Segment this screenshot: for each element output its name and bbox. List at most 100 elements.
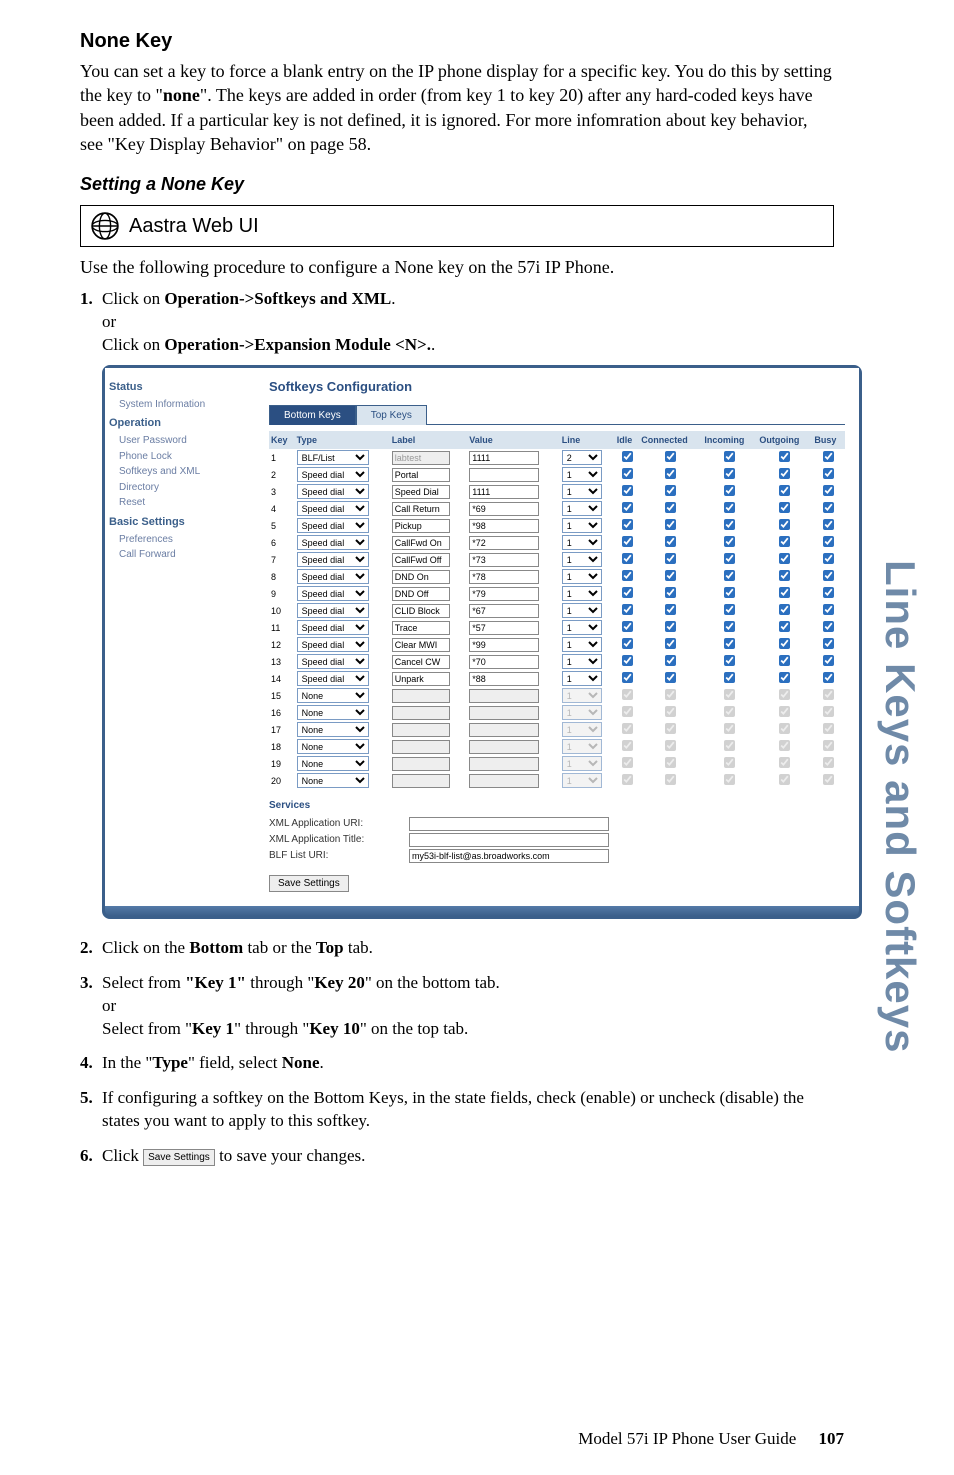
outgoing-checkbox[interactable] <box>779 468 790 479</box>
incoming-checkbox[interactable] <box>724 570 735 581</box>
incoming-checkbox[interactable] <box>724 485 735 496</box>
line-select[interactable]: 1 <box>562 654 602 669</box>
idle-checkbox[interactable] <box>622 468 633 479</box>
type-select[interactable]: Speed dial <box>297 569 369 584</box>
connected-checkbox[interactable] <box>665 502 676 513</box>
incoming-checkbox[interactable] <box>724 553 735 564</box>
value-input[interactable] <box>469 570 539 584</box>
value-input[interactable] <box>469 536 539 550</box>
label-input[interactable] <box>392 485 450 499</box>
outgoing-checkbox[interactable] <box>779 570 790 581</box>
busy-checkbox[interactable] <box>823 451 834 462</box>
nav-call-forward[interactable]: Call Forward <box>109 547 251 563</box>
idle-checkbox[interactable] <box>622 672 633 683</box>
incoming-checkbox[interactable] <box>724 502 735 513</box>
line-select[interactable]: 1 <box>562 518 602 533</box>
nav-operation[interactable]: Operation <box>109 416 251 431</box>
label-input[interactable] <box>392 519 450 533</box>
type-select[interactable]: Speed dial <box>297 484 369 499</box>
save-settings-button[interactable]: Save Settings <box>269 875 349 892</box>
incoming-checkbox[interactable] <box>724 655 735 666</box>
type-select[interactable]: Speed dial <box>297 535 369 550</box>
busy-checkbox[interactable] <box>823 587 834 598</box>
idle-checkbox[interactable] <box>622 519 633 530</box>
line-select[interactable]: 1 <box>562 535 602 550</box>
outgoing-checkbox[interactable] <box>779 485 790 496</box>
nav-phone-lock[interactable]: Phone Lock <box>109 449 251 465</box>
incoming-checkbox[interactable] <box>724 638 735 649</box>
value-input[interactable] <box>469 468 539 482</box>
outgoing-checkbox[interactable] <box>779 502 790 513</box>
label-input[interactable] <box>392 655 450 669</box>
outgoing-checkbox[interactable] <box>779 451 790 462</box>
nav-system-information[interactable]: System Information <box>109 397 251 413</box>
line-select[interactable]: 1 <box>562 552 602 567</box>
busy-checkbox[interactable] <box>823 570 834 581</box>
type-select[interactable]: None <box>297 688 369 703</box>
type-select[interactable]: BLF/List <box>297 450 369 465</box>
type-select[interactable]: None <box>297 705 369 720</box>
idle-checkbox[interactable] <box>622 536 633 547</box>
line-select[interactable]: 1 <box>562 484 602 499</box>
connected-checkbox[interactable] <box>665 451 676 462</box>
nav-basic-settings[interactable]: Basic Settings <box>109 515 251 530</box>
idle-checkbox[interactable] <box>622 451 633 462</box>
incoming-checkbox[interactable] <box>724 621 735 632</box>
value-input[interactable] <box>469 638 539 652</box>
incoming-checkbox[interactable] <box>724 604 735 615</box>
connected-checkbox[interactable] <box>665 553 676 564</box>
connected-checkbox[interactable] <box>665 638 676 649</box>
busy-checkbox[interactable] <box>823 519 834 530</box>
idle-checkbox[interactable] <box>622 485 633 496</box>
idle-checkbox[interactable] <box>622 604 633 615</box>
type-select[interactable]: Speed dial <box>297 586 369 601</box>
line-select[interactable]: 1 <box>562 620 602 635</box>
type-select[interactable]: Speed dial <box>297 467 369 482</box>
idle-checkbox[interactable] <box>622 502 633 513</box>
idle-checkbox[interactable] <box>622 621 633 632</box>
incoming-checkbox[interactable] <box>724 536 735 547</box>
outgoing-checkbox[interactable] <box>779 519 790 530</box>
busy-checkbox[interactable] <box>823 638 834 649</box>
label-input[interactable] <box>392 553 450 567</box>
outgoing-checkbox[interactable] <box>779 638 790 649</box>
idle-checkbox[interactable] <box>622 553 633 564</box>
value-input[interactable] <box>469 587 539 601</box>
outgoing-checkbox[interactable] <box>779 553 790 564</box>
line-select[interactable]: 1 <box>562 569 602 584</box>
type-select[interactable]: None <box>297 756 369 771</box>
busy-checkbox[interactable] <box>823 655 834 666</box>
nav-softkeys-xml[interactable]: Softkeys and XML <box>109 464 251 480</box>
value-input[interactable] <box>469 553 539 567</box>
value-input[interactable] <box>469 655 539 669</box>
nav-directory[interactable]: Directory <box>109 480 251 496</box>
connected-checkbox[interactable] <box>665 604 676 615</box>
connected-checkbox[interactable] <box>665 570 676 581</box>
line-select[interactable]: 1 <box>562 637 602 652</box>
busy-checkbox[interactable] <box>823 502 834 513</box>
value-input[interactable] <box>469 519 539 533</box>
label-input[interactable] <box>392 570 450 584</box>
label-input[interactable] <box>392 502 450 516</box>
connected-checkbox[interactable] <box>665 485 676 496</box>
type-select[interactable]: Speed dial <box>297 552 369 567</box>
label-input[interactable] <box>392 604 450 618</box>
outgoing-checkbox[interactable] <box>779 587 790 598</box>
connected-checkbox[interactable] <box>665 621 676 632</box>
line-select[interactable]: 2 <box>562 450 602 465</box>
value-input[interactable] <box>469 502 539 516</box>
busy-checkbox[interactable] <box>823 485 834 496</box>
idle-checkbox[interactable] <box>622 655 633 666</box>
connected-checkbox[interactable] <box>665 536 676 547</box>
busy-checkbox[interactable] <box>823 468 834 479</box>
type-select[interactable]: Speed dial <box>297 501 369 516</box>
nav-preferences[interactable]: Preferences <box>109 532 251 548</box>
xml-uri-input[interactable] <box>409 817 609 831</box>
incoming-checkbox[interactable] <box>724 672 735 683</box>
label-input[interactable] <box>392 638 450 652</box>
label-input[interactable] <box>392 672 450 686</box>
type-select[interactable]: None <box>297 773 369 788</box>
value-input[interactable] <box>469 604 539 618</box>
value-input[interactable] <box>469 485 539 499</box>
type-select[interactable]: Speed dial <box>297 603 369 618</box>
